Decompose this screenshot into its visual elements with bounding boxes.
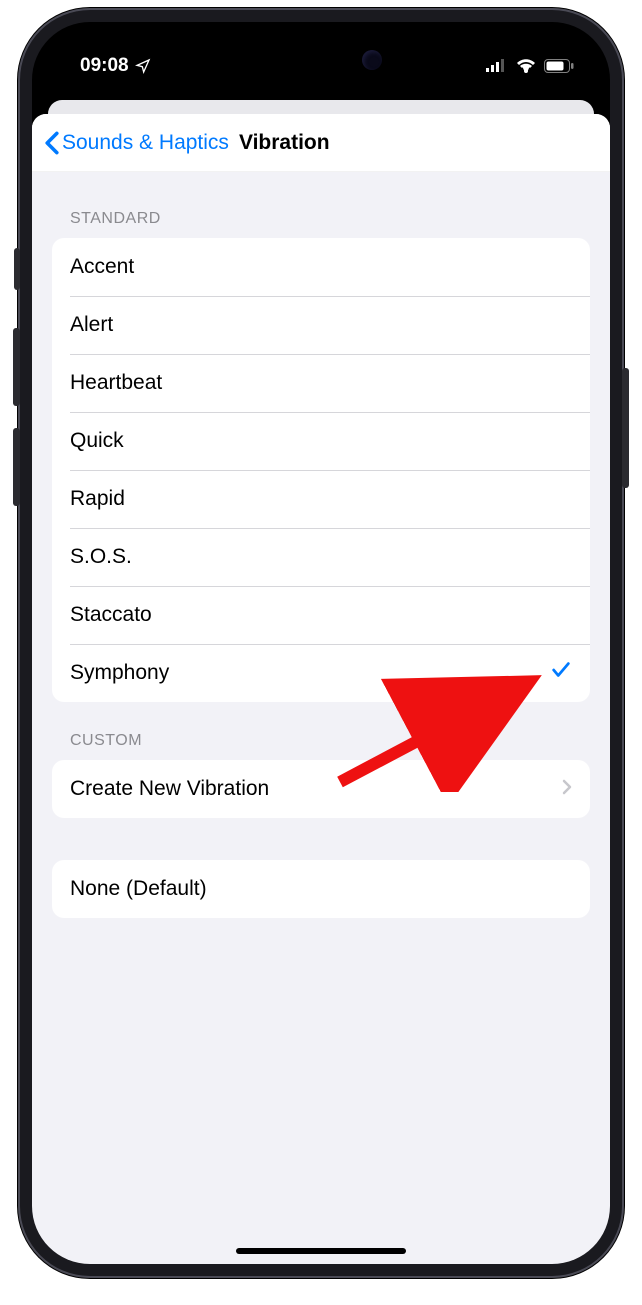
settings-sheet: Sounds & Haptics Vibration STANDARD Acce… xyxy=(32,114,610,1264)
vibration-option-quick[interactable]: Quick xyxy=(52,412,590,470)
wifi-icon xyxy=(516,59,536,74)
standard-vibrations-list: Accent Alert Heartbeat Quick Rapid xyxy=(52,238,590,702)
cellular-signal-icon xyxy=(486,59,508,73)
vibration-option-staccato[interactable]: Staccato xyxy=(52,586,590,644)
vibration-option-heartbeat[interactable]: Heartbeat xyxy=(52,354,590,412)
section-header-custom: CUSTOM xyxy=(52,702,590,760)
battery-icon xyxy=(544,59,574,73)
home-indicator[interactable] xyxy=(236,1248,406,1254)
row-label: Create New Vibration xyxy=(70,777,269,801)
mute-switch xyxy=(14,248,20,290)
section-header-standard: STANDARD xyxy=(52,172,590,238)
back-button[interactable]: Sounds & Haptics xyxy=(42,127,231,159)
none-option-list: None (Default) xyxy=(52,860,590,918)
vibration-option-accent[interactable]: Accent xyxy=(52,238,590,296)
power-button xyxy=(622,368,629,488)
row-label: Symphony xyxy=(70,661,169,685)
row-label: Accent xyxy=(70,255,134,279)
navigation-bar: Sounds & Haptics Vibration xyxy=(32,114,610,172)
row-label: Heartbeat xyxy=(70,371,162,395)
vibration-option-alert[interactable]: Alert xyxy=(52,296,590,354)
back-button-label: Sounds & Haptics xyxy=(62,131,229,155)
vibration-option-rapid[interactable]: Rapid xyxy=(52,470,590,528)
row-label: Alert xyxy=(70,313,113,337)
row-label: Rapid xyxy=(70,487,125,511)
checkmark-icon xyxy=(550,659,572,687)
phone-screen: 09:08 xyxy=(32,22,610,1264)
volume-down-button xyxy=(13,428,20,506)
dynamic-island xyxy=(246,40,396,82)
location-arrow-icon xyxy=(135,58,151,74)
vibration-option-symphony[interactable]: Symphony xyxy=(52,644,590,702)
chevron-right-icon xyxy=(562,777,572,801)
row-label: Staccato xyxy=(70,603,152,627)
vibration-option-none[interactable]: None (Default) xyxy=(52,860,590,918)
row-label: S.O.S. xyxy=(70,545,132,569)
settings-content: STANDARD Accent Alert Heartbeat Quick xyxy=(32,172,610,918)
create-new-vibration-button[interactable]: Create New Vibration xyxy=(52,760,590,818)
volume-up-button xyxy=(13,328,20,406)
vibration-option-sos[interactable]: S.O.S. xyxy=(52,528,590,586)
row-label: Quick xyxy=(70,429,124,453)
phone-frame: 09:08 xyxy=(18,8,624,1278)
chevron-left-icon xyxy=(44,131,60,155)
status-time: 09:08 xyxy=(80,55,129,77)
row-label: None (Default) xyxy=(70,877,207,901)
custom-vibrations-list: Create New Vibration xyxy=(52,760,590,818)
modal-card-stack: Sounds & Haptics Vibration STANDARD Acce… xyxy=(32,100,610,1264)
page-title: Vibration xyxy=(239,131,330,155)
